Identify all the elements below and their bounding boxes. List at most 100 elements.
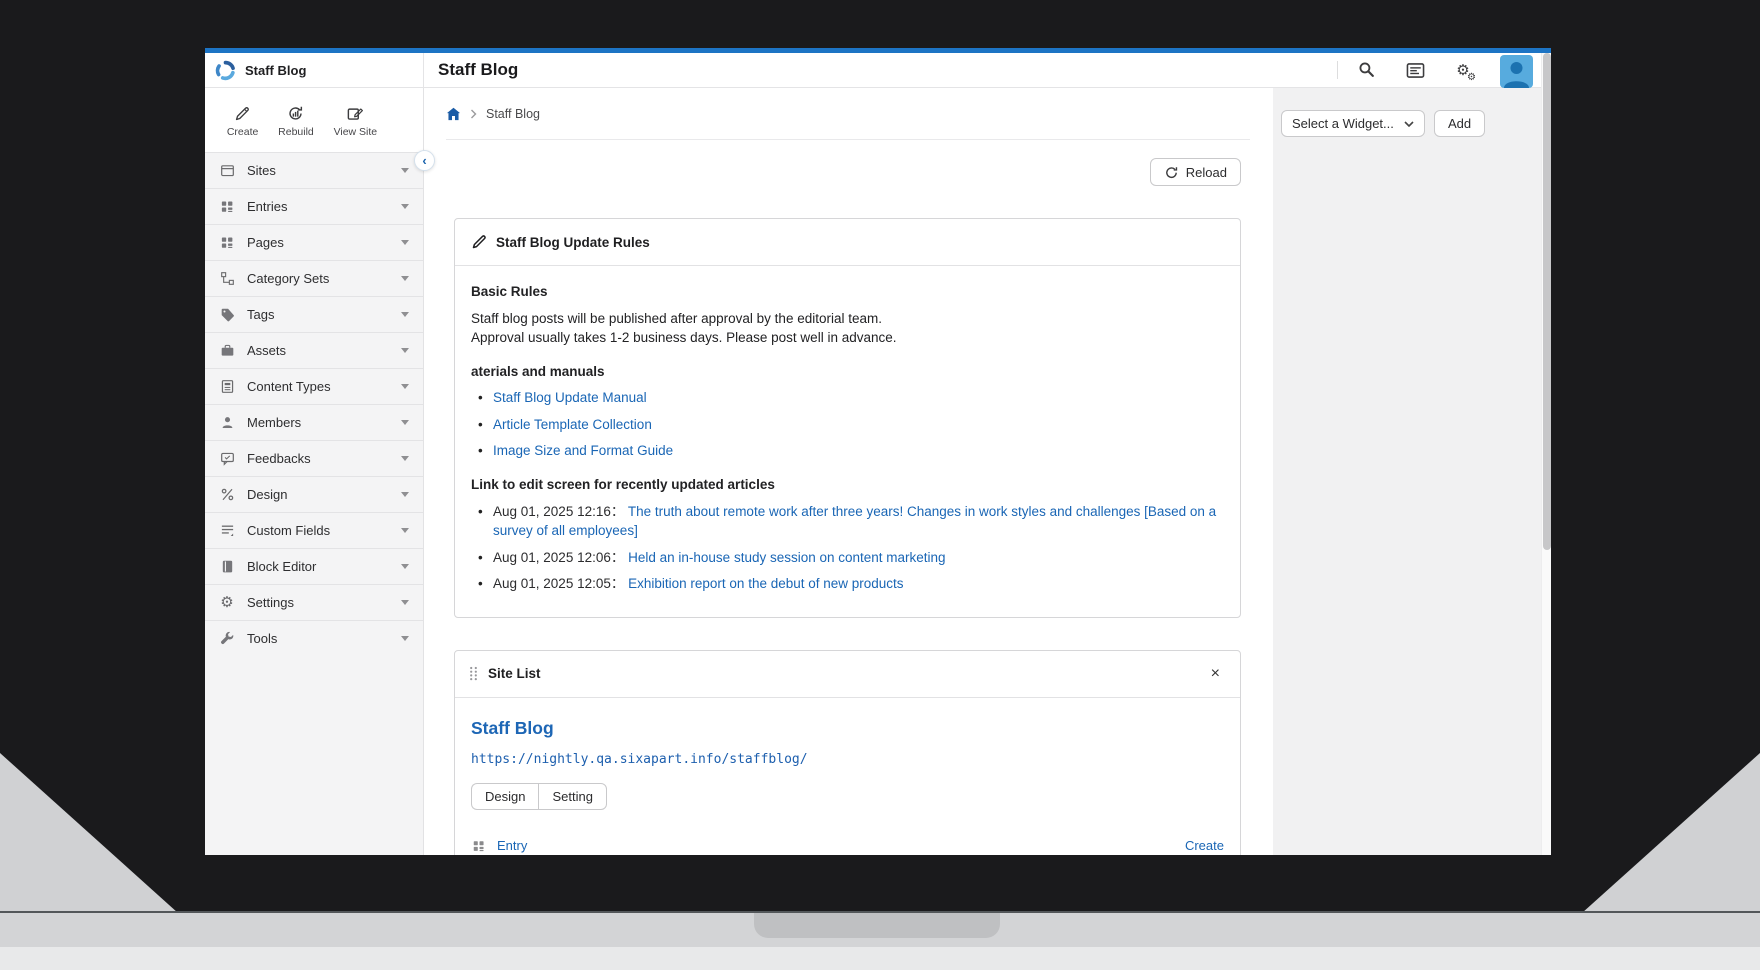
select-widget-label: Select a Widget...: [1292, 116, 1394, 131]
site-name-link[interactable]: Staff Blog: [471, 718, 554, 739]
manual-link[interactable]: Image Size and Format Guide: [493, 443, 673, 458]
laptop-bezel-left-diagonal: [0, 753, 178, 913]
sidebar-collapse-button[interactable]: ‹: [414, 150, 435, 171]
sidebar-item-label: Members: [247, 415, 389, 430]
app-body: Create Rebuild: [205, 88, 1551, 855]
table-row: Entry Create: [471, 828, 1224, 855]
sidebar-item-label: Category Sets: [247, 271, 389, 286]
sidebar-item-custom-fields[interactable]: Custom Fields: [205, 512, 423, 548]
sidebar-item-tools[interactable]: Tools: [205, 620, 423, 656]
sidebar-item-sites[interactable]: Sites: [205, 152, 423, 188]
list-item: Aug 01, 2025 12:05： Exhibition report on…: [471, 574, 1224, 594]
sidebar-item-entries[interactable]: Entries: [205, 188, 423, 224]
desktop: { "topbar": { "brand": "Staff Blog", "pa…: [0, 0, 1760, 970]
rebuild-button[interactable]: Rebuild: [278, 104, 314, 138]
sidebar-item-label: Sites: [247, 163, 389, 178]
create-label: Create: [227, 126, 259, 138]
search-button[interactable]: [1356, 59, 1378, 81]
sidebar-item-design[interactable]: Design: [205, 476, 423, 512]
reload-button[interactable]: Reload: [1150, 158, 1241, 186]
entries-icon: [471, 838, 487, 854]
chevron-down-icon: [401, 564, 409, 569]
manual-link[interactable]: Article Template Collection: [493, 417, 652, 432]
vertical-scrollbar[interactable]: [1541, 53, 1551, 855]
chevron-down-icon: [401, 348, 409, 353]
gear-icon: ⚙: [219, 595, 235, 611]
sidebar-item-block-editor[interactable]: Block Editor: [205, 548, 423, 584]
close-icon: ×: [1211, 665, 1220, 682]
pencil-icon: [233, 104, 252, 123]
site-url-link[interactable]: https://nightly.qa.sixapart.info/staffbl…: [471, 752, 1224, 767]
user-avatar[interactable]: [1500, 55, 1533, 88]
drag-handle-icon[interactable]: [469, 666, 478, 681]
scrollbar-thumb[interactable]: [1543, 53, 1551, 550]
sidebar-item-label: Tags: [247, 307, 389, 322]
widget-panel-controls: Select a Widget... Add: [1281, 110, 1537, 137]
setting-button[interactable]: Setting: [538, 783, 606, 810]
chevron-down-icon: [401, 492, 409, 497]
speech-bubble-icon: [219, 451, 235, 467]
sidebar-item-settings[interactable]: ⚙ Settings: [205, 584, 423, 620]
list-menu-icon: [1405, 60, 1426, 81]
header-icons: ⚙ ⚙: [1337, 53, 1551, 87]
sidebar-item-pages[interactable]: Pages: [205, 224, 423, 260]
page-title: Staff Blog: [424, 53, 1337, 87]
header-divider: [1337, 61, 1338, 79]
close-widget-button[interactable]: ×: [1205, 664, 1226, 684]
chevron-down-icon: [401, 240, 409, 245]
system-settings-button[interactable]: ⚙ ⚙: [1452, 59, 1474, 81]
brand-name: Staff Blog: [245, 63, 306, 78]
list-lines-icon: [219, 523, 235, 539]
sidebar-item-label: Settings: [247, 595, 389, 610]
chevron-down-icon: [401, 384, 409, 389]
add-widget-button[interactable]: Add: [1434, 110, 1485, 137]
sidebar-item-label: Feedbacks: [247, 451, 389, 466]
basic-rules-line: Staff blog posts will be published after…: [471, 309, 1224, 329]
sidebar-item-label: Pages: [247, 235, 389, 250]
chevron-down-icon: [401, 276, 409, 281]
home-icon[interactable]: [446, 107, 461, 121]
app-header: Staff Blog Staff Blog: [205, 53, 1551, 88]
laptop-bezel-right-diagonal: [1582, 753, 1760, 913]
entries-icon: [219, 199, 235, 215]
sidebar-item-feedbacks[interactable]: Feedbacks: [205, 440, 423, 476]
reload-row: Reload: [454, 158, 1241, 186]
sidebar-item-tags[interactable]: Tags: [205, 296, 423, 332]
chevron-left-icon: ‹: [422, 153, 426, 168]
sidebar: Create Rebuild: [205, 88, 424, 855]
article-link[interactable]: Held an in-house study session on conten…: [628, 550, 945, 565]
article-link[interactable]: Exhibition report on the debut of new pr…: [628, 576, 903, 591]
wrench-icon: [219, 631, 235, 647]
sidebar-item-label: Custom Fields: [247, 523, 389, 538]
sidebar-item-label: Block Editor: [247, 559, 389, 574]
sidebar-item-members[interactable]: Members: [205, 404, 423, 440]
sidebar-item-label: Design: [247, 487, 389, 502]
sidebar-item-assets[interactable]: Assets: [205, 332, 423, 368]
article-timestamp: Aug 01, 2025 12:05：: [493, 576, 624, 591]
design-button[interactable]: Design: [471, 783, 538, 810]
chevron-down-icon: [401, 600, 409, 605]
entry-link[interactable]: Entry: [497, 838, 527, 853]
site-list-body: Staff Blog https://nightly.qa.sixapart.i…: [455, 698, 1240, 855]
view-site-label: View Site: [334, 126, 378, 138]
list-menu-button[interactable]: [1404, 59, 1426, 81]
create-button[interactable]: Create: [227, 104, 259, 138]
site-action-group: Design Setting: [471, 783, 607, 810]
breadcrumb-current: Staff Blog: [486, 107, 540, 121]
select-widget-dropdown[interactable]: Select a Widget...: [1281, 110, 1425, 137]
list-item: Aug 01, 2025 12:06： Held an in-house stu…: [471, 548, 1224, 568]
sidebar-item-content-types[interactable]: Content Types: [205, 368, 423, 404]
manual-link[interactable]: Staff Blog Update Manual: [493, 390, 647, 405]
view-site-button[interactable]: View Site: [334, 104, 378, 138]
rules-widget-header: Staff Blog Update Rules: [455, 219, 1240, 266]
chevron-down-icon: [401, 420, 409, 425]
rules-widget-body: Basic Rules Staff blog posts will be pub…: [455, 266, 1240, 617]
sidebar-item-category-sets[interactable]: Category Sets: [205, 260, 423, 296]
brand-area[interactable]: Staff Blog: [205, 53, 424, 87]
article-timestamp: Aug 01, 2025 12:16：: [493, 504, 624, 519]
reload-label: Reload: [1186, 165, 1227, 180]
create-entry-link[interactable]: Create: [1185, 838, 1224, 853]
recent-articles-heading: Link to edit screen for recently updated…: [471, 475, 1224, 495]
chevron-down-icon: [401, 456, 409, 461]
gear-small-icon: ⚙: [1467, 73, 1476, 83]
